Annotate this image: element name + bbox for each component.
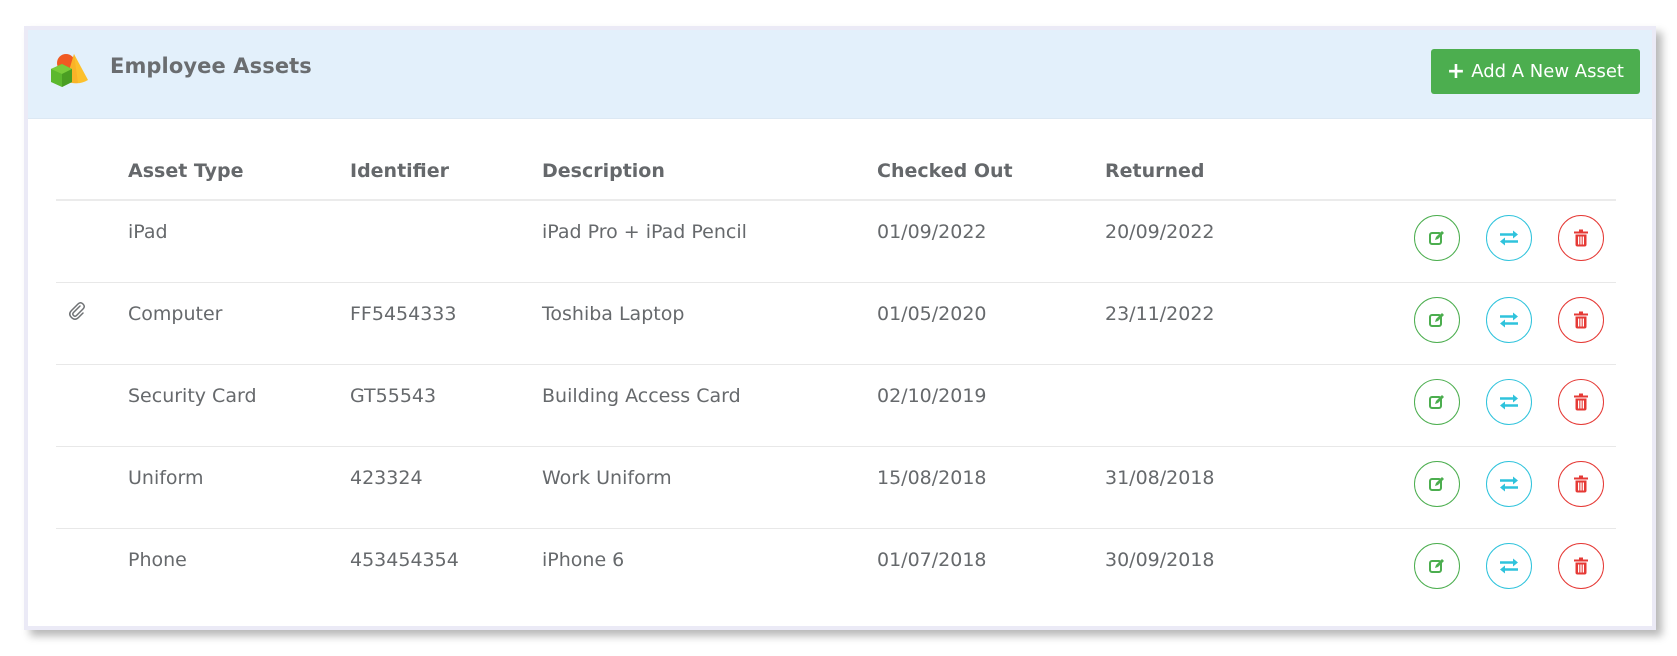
- actions-cell: [1305, 364, 1616, 447]
- description-cell: iPhone 6: [542, 548, 625, 571]
- table-row: Computer FF5454333 Toshiba Laptop 01/05/…: [56, 282, 1616, 365]
- column-header-actions: [1305, 143, 1616, 201]
- assets-table: Asset Type Identifier Description Checke…: [56, 143, 1616, 610]
- transfer-icon: [1499, 558, 1518, 573]
- transfer-button[interactable]: [1485, 215, 1532, 261]
- edit-icon: [1428, 394, 1444, 409]
- add-asset-button-label: Add A New Asset: [1471, 61, 1624, 82]
- returned-cell: 31/08/2018: [1105, 446, 1305, 529]
- actions-cell: [1305, 200, 1616, 283]
- transfer-button[interactable]: [1485, 542, 1532, 589]
- returned-cell: [1105, 364, 1305, 447]
- employee-assets-card: Employee Assets + Add A New Asset Asset …: [24, 26, 1656, 630]
- checked-out-cell: 15/08/2018: [877, 446, 1105, 529]
- add-asset-button[interactable]: + Add A New Asset: [1430, 49, 1640, 94]
- description-cell: iPad Pro + iPad Pencil: [542, 200, 877, 283]
- edit-button[interactable]: [1413, 460, 1460, 507]
- table-row: Security Card GT55543 Building Access Ca…: [56, 364, 1616, 447]
- transfer-icon: [1499, 476, 1518, 491]
- description-cell: Toshiba Laptop: [542, 282, 877, 365]
- actions-cell: [1305, 528, 1616, 610]
- attachment-cell: [56, 446, 128, 529]
- identifier-cell: GT55543: [350, 364, 542, 447]
- transfer-icon: [1499, 312, 1518, 327]
- attachment-cell: [56, 528, 128, 610]
- delete-button[interactable]: [1558, 460, 1604, 507]
- table-row: iPad iPad Pro + iPad Pencil 01/09/2022 2…: [56, 200, 1616, 283]
- table-row: Uniform 423324 Work Uniform 15/08/2018 3…: [56, 446, 1616, 529]
- table-header-row: Asset Type Identifier Description Checke…: [56, 143, 1616, 201]
- identifier-cell: 453454354: [350, 548, 459, 571]
- table-row: Phone 453454354 iPhone 6 01/07/2018 30/0…: [56, 528, 1616, 610]
- checked-out-cell: 01/05/2020: [877, 282, 1105, 365]
- trash-icon: [1574, 311, 1588, 328]
- column-header-asset-type[interactable]: Asset Type: [128, 143, 350, 201]
- transfer-button[interactable]: [1485, 378, 1532, 425]
- identifier-cell: FF5454333: [350, 282, 542, 365]
- description-cell: Building Access Card: [542, 364, 877, 447]
- attachment-cell: [56, 282, 128, 365]
- column-header-checked-out[interactable]: Checked Out: [877, 143, 1105, 201]
- returned-cell: 20/09/2022: [1105, 200, 1305, 283]
- asset-type-cell: iPad: [128, 200, 350, 283]
- description-cell: Work Uniform: [542, 446, 877, 529]
- actions-cell: [1305, 282, 1616, 365]
- edit-button[interactable]: [1413, 542, 1460, 589]
- delete-button[interactable]: [1558, 296, 1604, 343]
- edit-icon: [1428, 476, 1444, 491]
- checked-out-cell: 01/09/2022: [877, 200, 1105, 283]
- column-header-returned[interactable]: Returned: [1105, 143, 1305, 201]
- checked-out-cell: 02/10/2019: [877, 364, 1105, 447]
- card-header: Employee Assets + Add A New Asset: [28, 30, 1652, 119]
- column-header-identifier[interactable]: Identifier: [350, 143, 542, 201]
- attachment-cell: [56, 200, 128, 283]
- checked-out-cell: 01/07/2018: [877, 548, 987, 571]
- plus-icon: +: [1446, 58, 1466, 84]
- trash-icon: [1574, 557, 1588, 574]
- edit-button[interactable]: [1413, 378, 1460, 425]
- edit-icon: [1428, 231, 1444, 245]
- asset-type-cell: Phone: [128, 548, 187, 571]
- attachment-cell: [56, 364, 128, 447]
- page-title: Employee Assets: [110, 54, 312, 78]
- actions-cell: [1305, 446, 1616, 529]
- edit-icon: [1428, 312, 1444, 327]
- edit-icon: [1428, 558, 1444, 573]
- returned-cell: 23/11/2022: [1105, 282, 1305, 365]
- column-header-attachment: [56, 143, 128, 201]
- asset-type-cell: Computer: [128, 282, 350, 365]
- identifier-cell: 423324: [350, 446, 542, 529]
- edit-button[interactable]: [1413, 215, 1460, 261]
- delete-button[interactable]: [1558, 215, 1604, 261]
- trash-icon: [1574, 393, 1588, 410]
- delete-button[interactable]: [1558, 542, 1604, 589]
- transfer-button[interactable]: [1485, 460, 1532, 507]
- returned-cell: 30/09/2018: [1105, 548, 1215, 571]
- transfer-icon: [1499, 394, 1518, 409]
- identifier-cell: [350, 200, 542, 283]
- paperclip-icon[interactable]: [68, 301, 86, 326]
- asset-type-cell: Uniform: [128, 446, 350, 529]
- edit-button[interactable]: [1413, 296, 1460, 343]
- shapes-icon: [48, 50, 92, 90]
- asset-type-cell: Security Card: [128, 364, 350, 447]
- trash-icon: [1574, 475, 1588, 492]
- transfer-button[interactable]: [1485, 296, 1532, 343]
- column-header-description[interactable]: Description: [542, 143, 877, 201]
- trash-icon: [1574, 229, 1588, 247]
- delete-button[interactable]: [1558, 378, 1604, 425]
- transfer-icon: [1499, 230, 1518, 246]
